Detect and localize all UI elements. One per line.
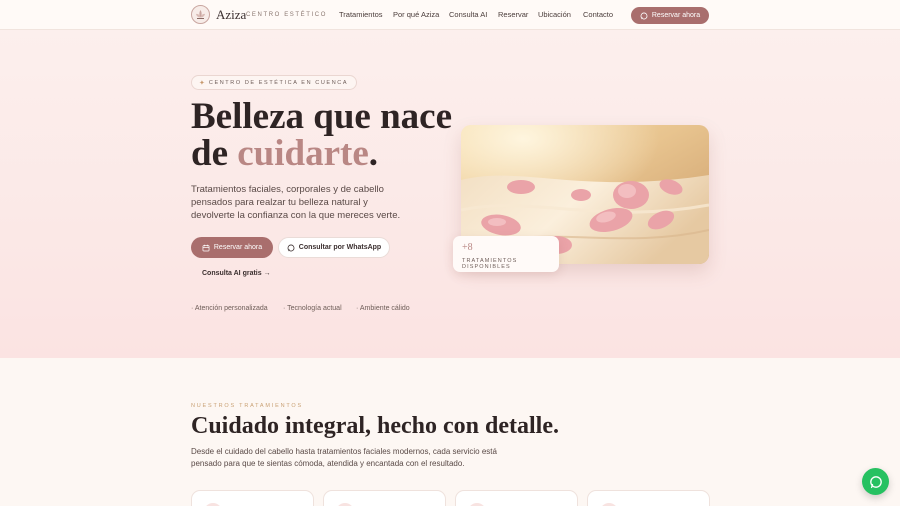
brand-name[interactable]: Aziza — [216, 7, 246, 23]
hero-lead: Tratamientos faciales, corporales y de c… — [191, 184, 401, 221]
treatments-title: Cuidado integral, hecho con detalle. — [191, 413, 560, 439]
feature-item: · Ambiente cálido — [356, 305, 410, 312]
chat-bubble-icon — [640, 12, 648, 20]
feature-item: · Atención personalizada — [191, 305, 268, 312]
chat-bubble-icon — [287, 244, 295, 252]
nav-link-por-que-aziza[interactable]: Por qué Aziza — [393, 10, 439, 19]
nav-link-reservar[interactable]: Reservar — [498, 10, 528, 19]
treatment-card[interactable] — [587, 490, 710, 506]
treatments-eyebrow: NUESTROS TRATAMIENTOS — [191, 403, 303, 409]
feature-item: · Tecnología actual — [283, 305, 342, 312]
treatments-stat-card: +8 TRATAMIENTOS DISPONIBLES — [453, 236, 559, 272]
location-badge-text: CENTRO DE ESTÉTICA EN CUENCA — [208, 79, 349, 86]
whatsapp-consult-label: Consultar por WhatsApp — [298, 244, 382, 251]
nav-link-tratamientos[interactable]: Tratamientos — [339, 10, 383, 19]
treatments-stat-label: TRATAMIENTOS DISPONIBLES — [462, 258, 518, 270]
nav-link-contacto[interactable]: Contacto — [583, 10, 613, 19]
nav-reserve-button[interactable]: Reservar ahora — [631, 7, 709, 24]
hero-title-prefix: de — [191, 133, 238, 174]
nav-link-ubicacion[interactable]: Ubicación — [538, 10, 571, 19]
whatsapp-consult-button[interactable]: Consultar por WhatsApp — [278, 237, 390, 258]
ai-consult-link[interactable]: Consulta AI gratis → — [202, 270, 271, 277]
brand-tagline: CENTRO ESTÉTICO — [246, 12, 328, 18]
treatments-stat-value: +8 — [462, 242, 473, 253]
calendar-icon — [202, 244, 210, 252]
sparkle-icon: ✦ — [199, 79, 205, 87]
reserve-now-button[interactable]: Reservar ahora — [191, 237, 273, 258]
nav-reserve-label: Reservar ahora — [651, 12, 701, 19]
hero-title-suffix: . — [368, 133, 379, 174]
hero-title: Belleza que nace de cuidarte. — [191, 98, 452, 172]
treatment-card[interactable] — [191, 490, 314, 506]
treatments-description: Desde el cuidado del cabello hasta trata… — [191, 447, 497, 468]
top-navigation: Aziza CENTRO ESTÉTICO Tratamientos Por q… — [0, 0, 900, 30]
reserve-now-label: Reservar ahora — [213, 244, 263, 251]
hero-title-line1: Belleza que nace — [191, 96, 453, 137]
hero-title-accent: cuidarte — [237, 133, 369, 174]
whatsapp-icon[interactable] — [862, 468, 889, 495]
lotus-emblem-icon[interactable] — [191, 5, 210, 24]
hero-section — [0, 30, 900, 358]
location-badge: ✦ CENTRO DE ESTÉTICA EN CUENCA — [191, 75, 358, 90]
treatment-card[interactable] — [323, 490, 446, 506]
nav-link-consulta-ai[interactable]: Consulta AI — [449, 10, 487, 19]
treatment-card[interactable] — [455, 490, 578, 506]
